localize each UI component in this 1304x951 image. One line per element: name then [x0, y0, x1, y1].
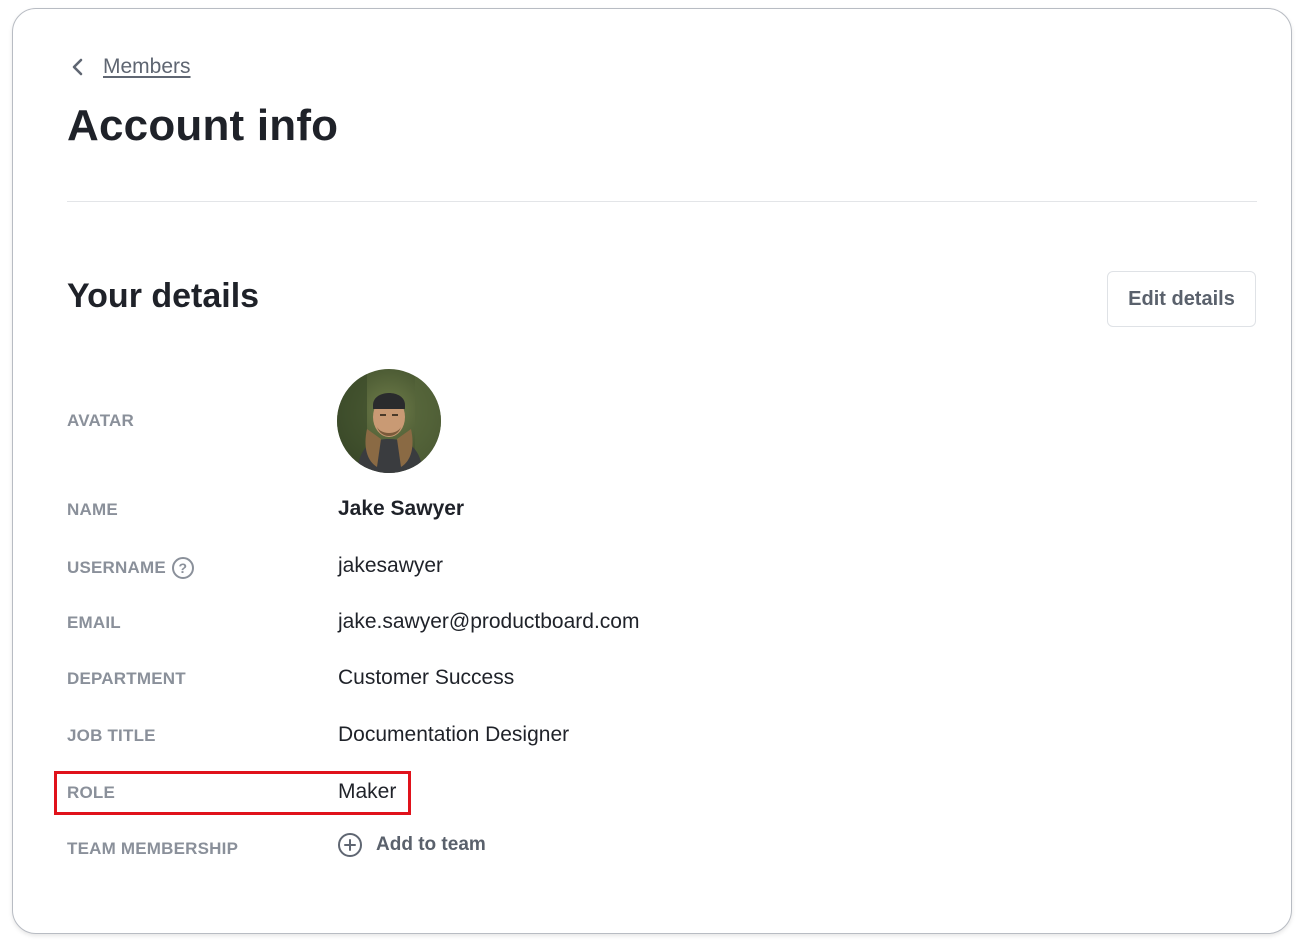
- avatar: [337, 369, 441, 473]
- job-title-value: Documentation Designer: [338, 723, 570, 746]
- job-title-row: JOB TITLE Documentation Designer: [67, 723, 967, 766]
- avatar-label: AVATAR: [67, 411, 134, 430]
- job-title-label: JOB TITLE: [67, 726, 156, 745]
- add-to-team-button[interactable]: Add to team: [338, 833, 486, 857]
- email-value: jake.sawyer@productboard.com: [338, 610, 640, 633]
- chevron-left-icon[interactable]: [71, 58, 91, 76]
- username-label: USERNAME: [67, 558, 166, 577]
- edit-details-button[interactable]: Edit details: [1107, 271, 1256, 327]
- account-info-card: Members Account info Your details Edit d…: [12, 8, 1292, 934]
- username-row: USERNAME ? jakesawyer: [67, 554, 967, 597]
- name-value: Jake Sawyer: [338, 497, 465, 520]
- page-title: Account info: [67, 101, 339, 150]
- question-circle-icon[interactable]: ?: [171, 557, 194, 579]
- department-row: DEPARTMENT Customer Success: [67, 666, 967, 709]
- section-title: Your details: [67, 277, 260, 315]
- breadcrumb: Members: [71, 55, 191, 79]
- plus-circle-icon: [338, 833, 362, 857]
- team-membership-label: TEAM MEMBERSHIP: [67, 839, 239, 858]
- username-value: jakesawyer: [338, 554, 444, 577]
- department-label: DEPARTMENT: [67, 669, 186, 688]
- name-label: NAME: [67, 500, 118, 519]
- email-label: EMAIL: [67, 613, 121, 632]
- add-to-team-label: Add to team: [376, 834, 486, 855]
- name-row: NAME Jake Sawyer: [67, 497, 967, 540]
- department-value: Customer Success: [338, 666, 515, 689]
- team-membership-row: TEAM MEMBERSHIP Add to team: [67, 833, 967, 879]
- divider: [67, 201, 1257, 202]
- username-label-wrap: USERNAME ?: [67, 557, 194, 579]
- avatar-row: AVATAR: [67, 411, 967, 451]
- role-highlight-box: [54, 771, 411, 815]
- members-link[interactable]: Members: [103, 55, 191, 79]
- email-row: EMAIL jake.sawyer@productboard.com: [67, 610, 967, 653]
